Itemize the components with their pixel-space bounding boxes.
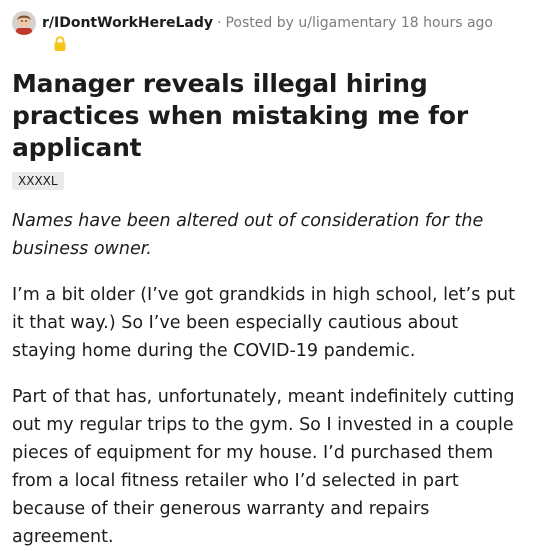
post-card: r/IDontWorkHereLady · Posted by u/ligame…	[0, 0, 534, 547]
username-link[interactable]: u/ligamentary	[298, 15, 396, 31]
subreddit-link[interactable]: r/IDontWorkHereLady	[42, 15, 213, 31]
post-paragraph: Names have been altered out of considera…	[12, 211, 484, 259]
post-paragraph: Part of that has, unfortunately, meant i…	[12, 387, 515, 547]
post-meta: r/IDontWorkHereLady · Posted by u/ligame…	[12, 10, 522, 36]
posted-by-label: Posted by	[225, 15, 294, 31]
lock-icon	[53, 36, 67, 56]
meta-separator: ·	[217, 15, 222, 31]
post-paragraph: I’m a bit older (I’ve got grandkids in h…	[12, 285, 515, 361]
post-body: Names have been altered out of considera…	[12, 207, 522, 551]
subreddit-avatar-icon[interactable]	[12, 11, 36, 35]
lock-row	[12, 36, 522, 56]
post-flair[interactable]: XXXXL	[12, 172, 64, 190]
post-title[interactable]: Manager reveals illegal hiring practices…	[12, 68, 522, 164]
post-timestamp: 18 hours ago	[400, 15, 493, 31]
